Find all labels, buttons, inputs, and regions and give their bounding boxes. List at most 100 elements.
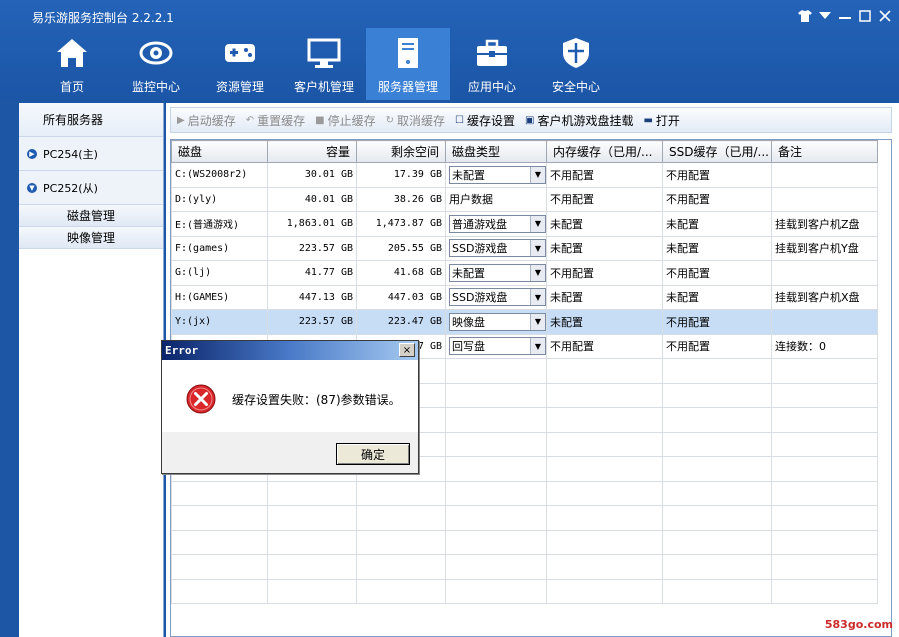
empty-cell	[445, 382, 547, 408]
nav-label: 应用中心	[467, 80, 516, 94]
server-sidebar: 所有服务器 ▶ PC254(主) ▼ PC252(从) 磁盘管理 映像管理	[19, 103, 164, 637]
nav-resource-management[interactable]: 资源管理	[198, 28, 282, 100]
col-header-type[interactable]: 磁盘类型	[445, 140, 547, 163]
cell-free: 223.47 GB	[356, 309, 446, 335]
nav-server-management[interactable]: 服务器管理	[366, 28, 450, 100]
empty-cell	[662, 407, 772, 433]
nav-app-center[interactable]: 应用中心	[450, 28, 534, 100]
empty-cell	[771, 358, 878, 384]
col-header-capacity[interactable]: 容量	[267, 140, 357, 163]
cache-settings-button[interactable]: ☐ 缓存设置	[455, 112, 515, 129]
cell-mem-cache: 不用配置	[546, 162, 663, 188]
dialog-close-button[interactable]: ×	[399, 343, 415, 357]
all-servers-header[interactable]: 所有服务器	[19, 103, 163, 137]
empty-cell	[662, 554, 772, 580]
start-cache-button[interactable]: ▶ 启动缓存	[177, 112, 236, 129]
empty-cell	[267, 529, 357, 555]
disk-icon: ▣	[524, 114, 535, 126]
close-icon[interactable]	[877, 8, 893, 24]
dropdown-icon[interactable]	[817, 8, 833, 24]
table-row[interactable]: C:(WS2008r2) 30.01 GB 17.39 GB 未配置 ▼ 不用配置 不用配置	[171, 162, 878, 188]
nav-label: 首页	[59, 80, 84, 94]
chevron-down-icon: ▼	[530, 289, 545, 306]
monitor-icon	[307, 38, 341, 68]
empty-cell	[546, 578, 663, 604]
table-row[interactable]: Y:(jx) 223.57 GB 223.47 GB 映像盘 ▼ 未配置 不用配置	[171, 309, 878, 335]
chevron-down-icon: ▼	[530, 313, 545, 330]
cancel-cache-button[interactable]: ↻ 取消缓存	[386, 112, 445, 129]
cell-capacity: 223.57 GB	[267, 235, 357, 261]
nav-security-center[interactable]: 安全中心	[534, 28, 618, 100]
cell-mem-cache: 未配置	[546, 235, 663, 261]
empty-cell	[546, 529, 663, 555]
reset-cache-button[interactable]: ↶ 重置缓存	[246, 112, 305, 129]
disk-type-select[interactable]: 未配置 ▼	[449, 165, 546, 184]
sidebar-item-image-management[interactable]: 映像管理	[19, 227, 163, 249]
chevron-down-icon: ▼	[530, 264, 545, 281]
empty-row	[171, 480, 878, 506]
nav-monitor-center[interactable]: 监控中心	[114, 28, 198, 100]
nav-home[interactable]: 首页	[30, 28, 114, 100]
empty-cell	[445, 554, 547, 580]
cell-ssd-cache: 未配置	[662, 211, 772, 237]
gamepad-icon	[225, 44, 255, 62]
col-header-mem-cache[interactable]: 内存缓存（已用/...	[546, 140, 663, 163]
watermark: 583go.com	[824, 618, 893, 631]
open-button[interactable]: ▬ 打开	[643, 112, 679, 129]
stop-cache-button[interactable]: ■ 停止缓存	[315, 112, 375, 129]
disk-type-select[interactable]: SSD游戏盘 ▼	[449, 288, 546, 307]
folder-icon: ▬	[643, 114, 653, 126]
col-header-disk[interactable]: 磁盘	[171, 140, 268, 163]
empty-cell	[171, 529, 268, 555]
table-row[interactable]: G:(lj) 41.77 GB 41.68 GB 未配置 ▼ 不用配置 不用配置	[171, 260, 878, 286]
empty-cell	[445, 358, 547, 384]
sidebar-server-pc252[interactable]: ▼ PC252(从)	[19, 171, 163, 205]
col-header-note[interactable]: 备注	[771, 140, 878, 163]
table-row[interactable]: F:(games) 223.57 GB 205.55 GB SSD游戏盘 ▼ 未配置 未配置…	[171, 235, 878, 261]
cell-mem-cache: 不用配置	[546, 333, 663, 359]
disk-type-select[interactable]: 普通游戏盘 ▼	[449, 214, 546, 233]
client-disk-mount-button[interactable]: ▣ 客户机游戏盘挂载	[525, 112, 633, 129]
nav-label: 服务器管理	[377, 80, 438, 94]
shirt-icon[interactable]	[797, 8, 813, 24]
cell-free: 41.68 GB	[356, 260, 446, 286]
cell-note: 挂载到客户机Y盘	[771, 235, 878, 261]
main-nav: 首页 监控中心 资源管理 客户机管理 服务器管理 应用中心 安全中心	[30, 28, 618, 100]
col-header-ssd-cache[interactable]: SSD缓存（已用/...	[662, 140, 772, 163]
col-header-free[interactable]: 剩余空间	[356, 140, 446, 163]
disk-type-select[interactable]: SSD游戏盘 ▼	[449, 239, 546, 258]
toolbox-icon	[477, 39, 507, 66]
empty-cell	[356, 505, 446, 531]
cell-disk: D:(yly)	[171, 186, 268, 212]
sidebar-server-pc254[interactable]: ▶ PC254(主)	[19, 137, 163, 171]
window-controls	[797, 8, 893, 24]
empty-cell	[445, 529, 547, 555]
maximize-icon[interactable]	[857, 8, 873, 24]
empty-cell	[771, 382, 878, 408]
sidebar-item-disk-management[interactable]: 磁盘管理	[19, 205, 163, 227]
nav-client-management[interactable]: 客户机管理	[282, 28, 366, 100]
minimize-icon[interactable]	[837, 8, 853, 24]
empty-cell	[267, 480, 357, 506]
disk-type-select[interactable]: 回写盘 ▼	[449, 337, 546, 356]
home-icon	[57, 39, 87, 67]
disk-type-select[interactable]: 未配置 ▼	[449, 263, 546, 282]
table-row[interactable]: H:(GAMES) 447.13 GB 447.03 GB SSD游戏盘 ▼ 未配置 未配置…	[171, 284, 878, 310]
collapse-icon: ▼	[27, 182, 37, 193]
empty-cell	[356, 480, 446, 506]
cell-capacity: 1,863.01 GB	[267, 211, 357, 237]
shield-icon	[563, 38, 589, 68]
cell-type: 未配置 ▼	[445, 260, 547, 286]
ok-button[interactable]: 确定	[336, 443, 410, 465]
stop-icon: ■	[315, 114, 325, 126]
server-icon	[398, 38, 418, 68]
table-row[interactable]: D:(yly) 40.01 GB 38.26 GB 用户数据 不用配置 不用配置	[171, 186, 878, 212]
cell-mem-cache: 未配置	[546, 284, 663, 310]
nav-label: 监控中心	[131, 80, 180, 94]
table-row[interactable]: E:(普通游戏) 1,863.01 GB 1,473.87 GB 普通游戏盘 ▼ 未配置未…	[171, 211, 878, 237]
dialog-message: 缓存设置失败：(87)参数错误。	[232, 393, 401, 407]
disk-type-select[interactable]: 映像盘 ▼	[449, 312, 546, 331]
cell-disk: Y:(jx)	[171, 309, 268, 335]
checkbox-icon: ☐	[455, 114, 464, 126]
chevron-down-icon: ▼	[530, 166, 545, 183]
